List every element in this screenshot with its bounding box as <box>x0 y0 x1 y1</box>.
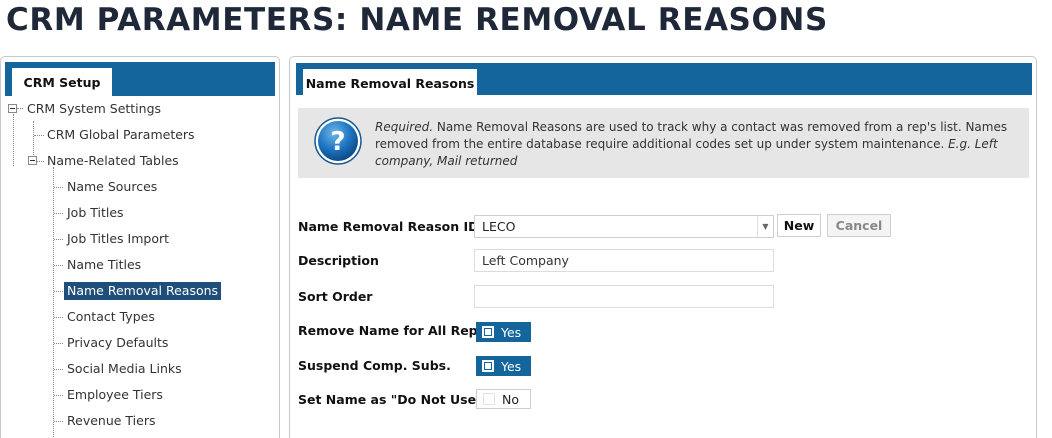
tree-item-crm-global-parameters[interactable]: CRM Global Parameters <box>44 126 198 144</box>
tree-connector <box>17 108 23 109</box>
name-removal-reason-id-value: LECO <box>482 219 516 234</box>
tree-item[interactable]: Employee Tiers <box>64 386 166 404</box>
tree-item[interactable]: Job Titles Import <box>64 230 172 248</box>
description-label: Description <box>298 253 379 268</box>
description-field[interactable]: Left Company <box>474 249 774 272</box>
tab-name-removal-reasons[interactable]: Name Removal Reasons <box>303 69 477 97</box>
tree-connector <box>54 265 63 266</box>
collapse-icon[interactable] <box>28 156 37 165</box>
detail-panel: Name Removal Reasons ? Required. Name Re… <box>289 56 1037 438</box>
tree-item-name-related-tables[interactable]: Name-Related Tables <box>44 152 182 170</box>
name-removal-reason-id-select[interactable]: LECO ▼ <box>474 215 774 238</box>
sort-order-label: Sort Order <box>298 289 373 304</box>
name-removal-reason-id-label: Name Removal Reason ID <box>298 219 479 234</box>
tree-connector <box>54 369 63 370</box>
toggle-label: Yes <box>501 324 522 340</box>
remove-name-all-reps-toggle[interactable]: Yes <box>476 322 531 342</box>
tree-connector <box>54 213 63 214</box>
tree-item[interactable]: Name Sources <box>64 178 160 196</box>
tree-connector <box>34 135 44 136</box>
tree-item[interactable]: Name Titles <box>64 256 144 274</box>
suspend-comp-subs-toggle[interactable]: Yes <box>476 356 531 376</box>
do-not-use-toggle[interactable]: No <box>476 389 531 409</box>
crm-setup-panel: CRM Setup CRM System Settings CRM Global… <box>0 56 280 438</box>
settings-tree: CRM System Settings CRM Global Parameter… <box>1 57 279 438</box>
sort-order-field[interactable] <box>474 285 774 308</box>
new-button[interactable]: New <box>777 214 821 237</box>
tree-connector <box>54 187 63 188</box>
tree-item-crm-system-settings[interactable]: CRM System Settings <box>24 100 164 118</box>
chevron-down-icon[interactable]: ▼ <box>757 216 773 237</box>
info-required: Required. <box>375 120 434 134</box>
tree-connector <box>54 317 63 318</box>
collapse-icon[interactable] <box>8 104 17 113</box>
toggle-label: Yes <box>501 358 522 374</box>
tree-connector <box>37 161 44 162</box>
info-text: Required. Name Removal Reasons are used … <box>375 119 1025 170</box>
info-box: ? Required. Name Removal Reasons are use… <box>298 108 1029 178</box>
tree-item[interactable]: Social Media Links <box>64 360 185 378</box>
do-not-use-label: Set Name as "Do Not Use" <box>298 392 483 407</box>
tree-item[interactable]: Revenue Tiers <box>64 412 158 430</box>
tree-connector <box>54 395 63 396</box>
remove-name-all-reps-label: Remove Name for All Reps <box>298 323 486 338</box>
tree-item[interactable]: Job Titles <box>64 204 127 222</box>
checkbox-icon <box>482 326 494 338</box>
checkbox-icon <box>482 360 494 372</box>
suspend-comp-subs-label: Suspend Comp. Subs. <box>298 358 451 373</box>
tree-connector <box>54 239 63 240</box>
tree-connector <box>54 291 63 292</box>
info-body: Name Removal Reasons are used to track w… <box>375 120 1008 151</box>
cancel-button[interactable]: Cancel <box>827 214 891 237</box>
tree-item[interactable]: Contact Types <box>64 308 158 326</box>
toggle-label: No <box>502 391 519 407</box>
right-tab-bar: Name Removal Reasons <box>296 63 1032 97</box>
checkbox-icon <box>483 393 495 405</box>
tree-connector <box>53 167 54 438</box>
tree-item[interactable]: Privacy Defaults <box>64 334 171 352</box>
tree-connector <box>13 114 14 166</box>
question-mark-icon: ? <box>314 117 362 165</box>
svg-text:?: ? <box>330 127 345 157</box>
tree-connector <box>54 343 63 344</box>
page-title: CRM PARAMETERS: NAME REMOVAL REASONS <box>6 2 828 38</box>
tree-connector <box>54 421 63 422</box>
tree-item-selected[interactable]: Name Removal Reasons <box>64 282 222 300</box>
